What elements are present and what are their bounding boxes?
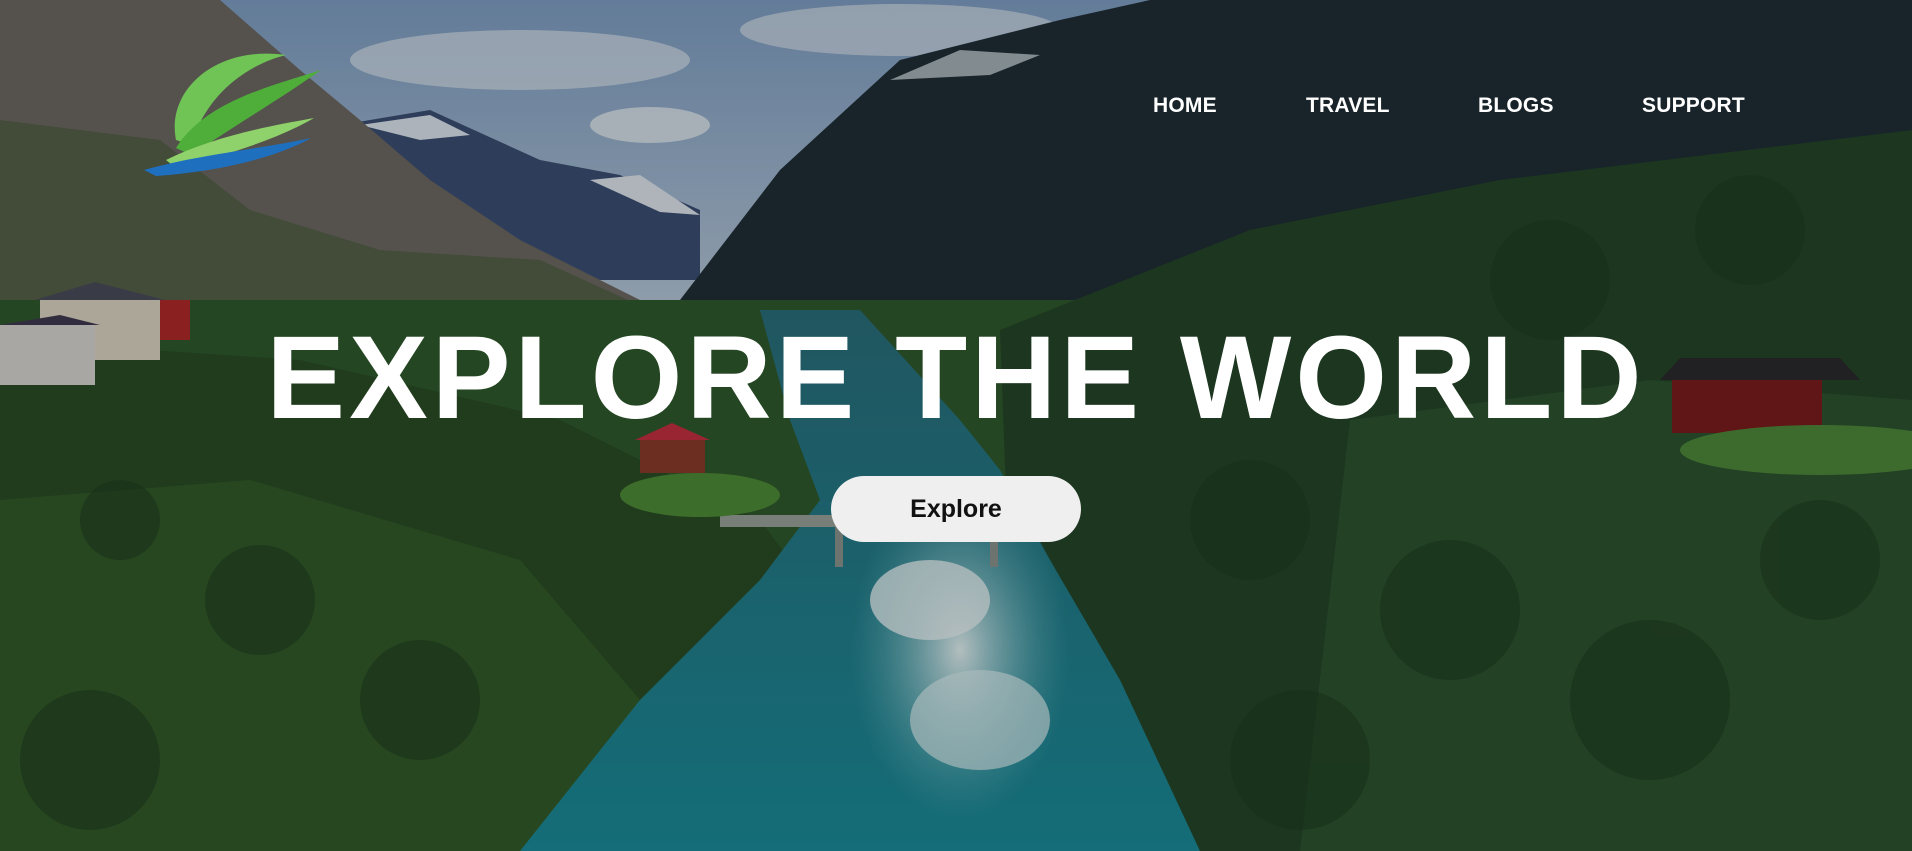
nav-link-home[interactable]: HOME [1153,94,1217,118]
hero-section: HOME TRAVEL BLOGS SUPPORT EXPLORE THE WO… [0,0,1912,851]
nav-link-support[interactable]: SUPPORT [1642,94,1745,118]
explore-button[interactable]: Explore [831,476,1081,542]
nav-link-blogs[interactable]: BLOGS [1478,94,1554,118]
nav-link-travel[interactable]: TRAVEL [1306,94,1390,118]
hero-headline: EXPLORE THE WORLD [266,312,1646,444]
leaf-swoosh-logo-icon[interactable] [136,30,326,180]
